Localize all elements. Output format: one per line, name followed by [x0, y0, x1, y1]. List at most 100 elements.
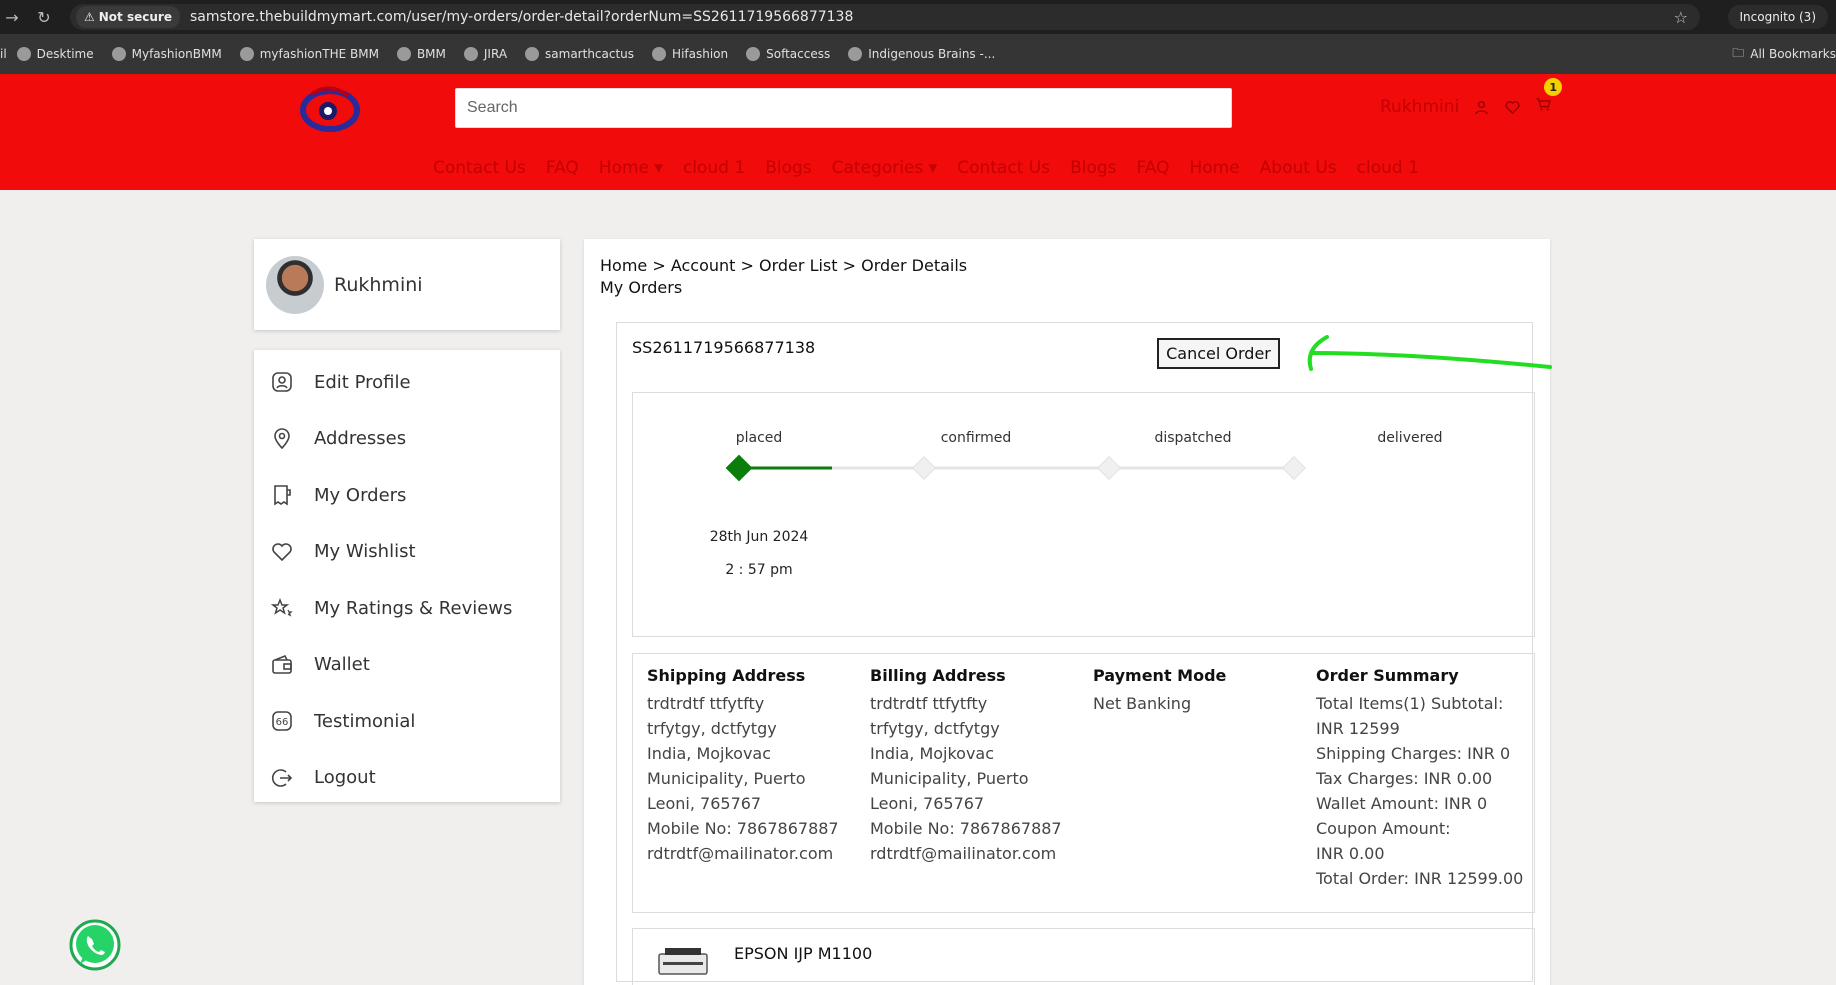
bookmark-item[interactable]: Softaccess: [746, 47, 830, 61]
shipping-line: Leoni, 765767: [647, 794, 762, 813]
bookmark-item[interactable]: JIRA: [463, 47, 508, 61]
nav-item[interactable]: Blogs: [1070, 158, 1116, 178]
quote-icon: 66: [272, 711, 292, 732]
nav-item[interactable]: FAQ: [1137, 158, 1170, 178]
billing-line: Municipality, Puerto: [870, 769, 1029, 788]
billing-line: India, Mojkovac: [870, 744, 995, 763]
sidebar-item-addresses[interactable]: Addresses: [254, 411, 560, 468]
nav-item[interactable]: Home ▾: [599, 158, 663, 178]
bookmark-label: JIRA: [483, 47, 508, 61]
url-text[interactable]: samstore.thebuildmymart.com/user/my-orde…: [190, 9, 853, 25]
cancel-order-button[interactable]: Cancel Order: [1157, 338, 1280, 369]
sidebar-item-wallet[interactable]: Wallet: [254, 637, 560, 694]
sidebar-item-label: My Orders: [314, 484, 407, 506]
user-icon[interactable]: [1473, 99, 1490, 116]
profile-card: Rukhmini: [254, 239, 560, 330]
incognito-badge[interactable]: Incognito (3): [1727, 5, 1828, 29]
username-link[interactable]: Rukhmini: [1380, 97, 1459, 117]
order-status-tracker: placed confirmed dispatched delivered 28…: [632, 392, 1535, 637]
all-bookmarks-label: All Bookmarks: [1750, 47, 1836, 61]
order-card: SS2611719566877138 Cancel Order placed c…: [616, 322, 1552, 985]
nav-item[interactable]: cloud 1: [1357, 158, 1419, 178]
forward-icon[interactable]: →: [0, 8, 24, 27]
nav-item[interactable]: Home: [1189, 158, 1239, 178]
summary-line: Tax Charges: INR 0.00: [1316, 769, 1493, 788]
cart-button[interactable]: 1: [1535, 78, 1563, 118]
bookmark-item[interactable]: myfashionTHE BMM: [239, 47, 379, 61]
sidebar-item-my-wishlist[interactable]: My Wishlist: [254, 524, 560, 581]
sidebar-item-edit-profile[interactable]: Edit Profile: [254, 354, 560, 411]
not-secure-badge[interactable]: ⚠ Not secure: [76, 6, 180, 28]
folder-icon: 🗀: [1732, 45, 1745, 60]
step-label-delivered: delivered: [1377, 430, 1443, 446]
all-bookmarks[interactable]: 🗀 All Bookmarks: [1732, 44, 1836, 65]
bookmark-item[interactable]: MyfashionBMM: [111, 47, 222, 61]
billing-line: trdtrdtf ttfytfty: [870, 694, 988, 713]
bookmark-label: Indigenous Brains -...: [868, 47, 996, 61]
search-input[interactable]: [455, 88, 1232, 128]
billing-line: Mobile No: 7867867887: [870, 819, 1062, 838]
brand-logo-icon[interactable]: [298, 82, 362, 138]
sidebar-item-testimonial[interactable]: 66 Testimonial: [254, 693, 560, 750]
shipping-line: Municipality, Puerto: [647, 769, 806, 788]
nav-item[interactable]: cloud 1: [683, 158, 745, 178]
sidebar-item-label: Edit Profile: [314, 371, 411, 393]
payment-line: Net Banking: [1093, 694, 1192, 713]
bookmark-label: myfashionTHE BMM: [259, 47, 379, 61]
bookmark-item[interactable]: Hifashion: [652, 47, 728, 61]
heart-icon[interactable]: [1504, 99, 1521, 116]
billing-line: trfytgy, dctfytgy: [870, 719, 1000, 738]
order-number: SS2611719566877138: [632, 338, 816, 357]
nav-item[interactable]: Contact Us: [957, 158, 1050, 178]
reload-icon[interactable]: ↻: [32, 8, 56, 27]
avatar: [266, 255, 324, 314]
orders-icon: [274, 485, 291, 506]
summary-line: INR 0.00: [1316, 844, 1385, 863]
favicon-icon: [463, 47, 478, 61]
nav-item[interactable]: Categories ▾: [832, 158, 938, 178]
sidebar-item-my-orders[interactable]: My Orders: [254, 467, 560, 524]
bookmark-item[interactable]: Desktime: [16, 47, 94, 61]
page-title: My Orders: [600, 278, 683, 297]
bookmark-label: Hifashion: [672, 47, 729, 61]
order-detail-panel: Home > Account > Order List > Order Deta…: [584, 239, 1552, 985]
shipping-title: Shipping Address: [647, 666, 806, 685]
sidebar-item-ratings-reviews[interactable]: My Ratings & Reviews: [254, 580, 560, 637]
bookmark-item[interactable]: Indigenous Brains -...: [848, 47, 995, 61]
bookmark-label: Desktime: [36, 47, 94, 61]
whatsapp-icon[interactable]: [68, 918, 122, 972]
cart-count-badge: 1: [1544, 78, 1563, 96]
summary-line: Total Order: INR 12599.00: [1316, 869, 1524, 888]
logout-icon: [271, 769, 293, 787]
nav-item[interactable]: Blogs: [765, 158, 811, 178]
favicon-icon: [111, 47, 126, 61]
product-row: EPSON IJP M1100: [632, 928, 1535, 985]
sidebar-item-label: My Ratings & Reviews: [314, 597, 513, 619]
favicon-icon: [16, 47, 31, 61]
billing-title: Billing Address: [870, 666, 1006, 685]
nav-item[interactable]: FAQ: [546, 158, 579, 178]
bookmark-item[interactable]: BMM: [396, 47, 446, 61]
account-sidebar: Edit Profile Addresses My Orders My Wish…: [254, 350, 560, 802]
payment-title: Payment Mode: [1093, 666, 1227, 685]
nav-item[interactable]: About Us: [1260, 158, 1337, 178]
user-area: Rukhmini 1: [1380, 78, 1563, 118]
nav-item[interactable]: Contact Us: [433, 158, 526, 178]
placed-date: 28th Jun 2024: [709, 529, 809, 545]
product-name[interactable]: EPSON IJP M1100: [734, 944, 872, 963]
step-marker-confirmed: [911, 455, 937, 481]
sidebar-item-logout[interactable]: Logout: [254, 750, 560, 807]
bookmark-truncated[interactable]: il: [0, 47, 7, 61]
step-marker-dispatched: [1096, 455, 1122, 481]
summary-line: Total Items(1) Subtotal:: [1316, 694, 1504, 713]
site-header: Rukhmini 1 Contact Us FAQ Home ▾ cloud 1 Blo…: [0, 74, 1836, 190]
address-bar[interactable]: ⚠ Not secure samstore.thebuildmymart.com…: [70, 4, 1700, 30]
shipping-line: trfytgy, dctfytgy: [647, 719, 777, 738]
sidebar-item-label: My Wishlist: [314, 541, 416, 563]
browser-toolbar: → ↻ ⚠ Not secure samstore.thebuildmymart…: [0, 0, 1836, 34]
printer-icon[interactable]: [655, 946, 711, 976]
shipping-address: Shipping Address trdtrdtf ttfytfty trfytg…: [647, 666, 857, 866]
bookmark-label: MyfashionBMM: [131, 47, 222, 61]
bookmark-star-icon[interactable]: ☆: [1674, 8, 1688, 27]
bookmark-item[interactable]: samarthcactus: [525, 47, 634, 61]
